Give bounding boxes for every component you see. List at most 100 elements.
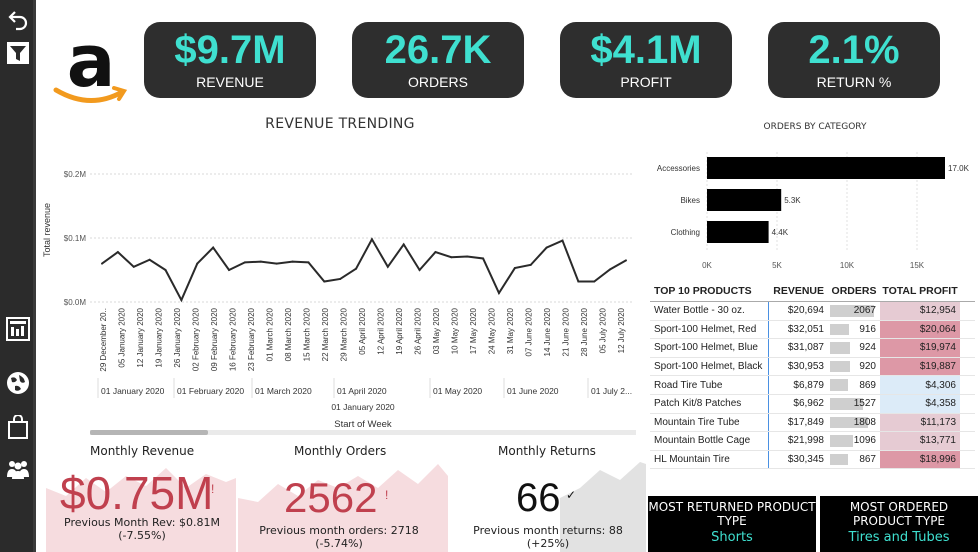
- category-bar[interactable]: [707, 157, 945, 179]
- x-week-label: 15 March 2020: [303, 307, 312, 361]
- most-ordered-title: MOST ORDERED PRODUCT TYPE: [849, 500, 949, 528]
- x-month-label: 01 May 2020: [433, 386, 482, 396]
- table-row[interactable]: Sport-100 Helmet, Black $30,953 920 $19,887: [650, 357, 975, 377]
- product-orders: 916: [828, 321, 880, 339]
- monthly-returns-previous: Previous month returns: 88 (+25%): [473, 524, 623, 550]
- people-icon[interactable]: [5, 456, 31, 482]
- shopping-bag-icon[interactable]: [5, 414, 31, 440]
- monthly-returns-title: Monthly Returns: [498, 444, 596, 458]
- kpi-value: $9.7M: [174, 28, 286, 72]
- monthly-orders-title: Monthly Orders: [294, 444, 387, 458]
- table-row[interactable]: Mountain Tire Tube $17,849 1808 $11,173: [650, 413, 975, 433]
- product-orders: 869: [828, 376, 880, 394]
- x-week-label: 29 December 20..: [99, 308, 108, 372]
- revenue-point: [101, 262, 103, 265]
- table-row[interactable]: Sport-100 Helmet, Blue $31,087 924 $19,974: [650, 339, 975, 358]
- product-orders: 2067: [828, 302, 880, 320]
- product-revenue: $21,998: [768, 432, 828, 450]
- x-week-label: 22 March 2020: [321, 307, 330, 361]
- kpi-label: PROFIT: [620, 74, 672, 90]
- table-row[interactable]: Road Tire Tube $6,879 869 $4,306: [650, 376, 975, 395]
- product-revenue: $31,087: [768, 339, 828, 357]
- sidebar-edge: [33, 0, 36, 552]
- x-week-label: 14 June 2020: [543, 307, 552, 356]
- revenue-point: [291, 260, 294, 263]
- category-bar[interactable]: [707, 221, 769, 243]
- revenue-point: [513, 267, 516, 270]
- revenue-point: [402, 243, 405, 246]
- table-row[interactable]: HL Mountain Tire $30,345 867 $18,996: [650, 450, 975, 470]
- category-bar[interactable]: [707, 189, 782, 211]
- revenue-point: [132, 265, 135, 268]
- x-month-label: 01 April 2020: [337, 386, 387, 396]
- monthly-orders-previous: Previous month orders: 2718 (-5.74%): [259, 524, 419, 550]
- y-tick-label: $0.2M: [64, 170, 87, 179]
- table-row[interactable]: Water Bottle - 30 oz. $20,694 2067 $12,954: [650, 302, 975, 321]
- y-tick-label: $0.0M: [64, 298, 87, 307]
- x-axis-label: Start of Week: [334, 419, 392, 430]
- orders-by-category-chart: 0K 5K 10K 15K Accessories 17.0K Bikes 5.3K Cloth…: [657, 152, 970, 270]
- revenue-point: [370, 238, 373, 241]
- x-week-label: 07 June 2020: [525, 307, 534, 356]
- kpi-value: 26.7K: [384, 28, 492, 72]
- x-tick-label: 0K: [702, 261, 712, 270]
- revenue-point: [482, 257, 485, 260]
- product-profit: $20,064: [880, 320, 960, 339]
- product-name: Road Tire Tube: [654, 379, 723, 391]
- monthly-returns-value: 66: [516, 476, 561, 520]
- revenue-point: [196, 262, 199, 265]
- most-returned-product-type-card: MOST RETURNED PRODUCT TYPE Shorts: [648, 496, 816, 552]
- revenue-point: [434, 251, 437, 254]
- table-header: TOP 10 PRODUCTS REVENUE ORDERS TOTAL PRO…: [650, 280, 975, 302]
- product-name: Mountain Tire Tube: [654, 416, 740, 428]
- orders-data-bar: [830, 435, 854, 447]
- revenue-point: [228, 269, 231, 271]
- x-week-label: 10 May 2020: [451, 307, 460, 354]
- header-revenue[interactable]: REVENUE: [768, 280, 828, 301]
- header-orders[interactable]: ORDERS: [828, 280, 880, 301]
- revenue-point: [386, 265, 389, 268]
- back-arrow-icon[interactable]: [5, 6, 31, 32]
- orders-data-bar: [830, 342, 850, 354]
- monthly-orders-value: 2562: [284, 474, 378, 521]
- product-name: HL Mountain Tire: [654, 454, 730, 466]
- x-week-label: 23 February 2020: [247, 307, 256, 371]
- x-week-label: 12 April 2020: [377, 307, 386, 354]
- revenue-point: [180, 299, 183, 302]
- x-month-label: 01 March 2020: [255, 386, 312, 396]
- product-profit: $19,887: [880, 357, 960, 376]
- filter-icon[interactable]: [5, 40, 31, 66]
- x-month-label: 01 January 2020: [101, 386, 165, 396]
- globe-icon[interactable]: [5, 370, 31, 396]
- table-row[interactable]: Mountain Bottle Cage $21,998 1096 $13,771: [650, 432, 975, 451]
- product-profit: $12,954: [880, 302, 960, 320]
- most-ordered-value: Tires and Tubes: [848, 530, 950, 545]
- chart-scrollbar-thumb[interactable]: [90, 430, 208, 435]
- orders-by-category-title: ORDERS BY CATEGORY: [763, 122, 867, 132]
- header-profit[interactable]: TOTAL PROFIT: [880, 280, 960, 301]
- product-profit: $11,173: [880, 413, 960, 432]
- orders-data-bar: [830, 360, 850, 373]
- orders-data-bar: [830, 323, 850, 336]
- amazon-logo: a: [52, 19, 130, 108]
- header-product[interactable]: TOP 10 PRODUCTS: [650, 285, 768, 297]
- monthly-revenue-alert-icon: !: [211, 482, 215, 496]
- x-week-label: 03 May 2020: [432, 307, 441, 354]
- product-revenue: $30,345: [768, 450, 828, 469]
- bar-data-label: 4.4K: [772, 228, 789, 237]
- category-label: Accessories: [657, 164, 700, 173]
- revenue-point: [466, 255, 469, 258]
- dashboard-icon[interactable]: [5, 316, 31, 342]
- kpi-label: RETURN %: [816, 74, 892, 90]
- revenue-point: [593, 280, 596, 283]
- x-week-label: 09 February 2020: [210, 307, 219, 371]
- table-row[interactable]: Patch Kit/8 Patches $6,962 1527 $4,358: [650, 394, 975, 414]
- revenue-point: [339, 277, 342, 280]
- x-week-label: 12 January 2020: [136, 307, 145, 367]
- table-row[interactable]: Sport-100 Helmet, Red $32,051 916 $20,064: [650, 320, 975, 340]
- x-tick-label: 5K: [772, 261, 782, 270]
- product-profit: $4,358: [880, 394, 960, 413]
- product-orders: 920: [828, 358, 880, 376]
- product-orders: 1096: [828, 432, 880, 450]
- revenue-point: [164, 269, 167, 271]
